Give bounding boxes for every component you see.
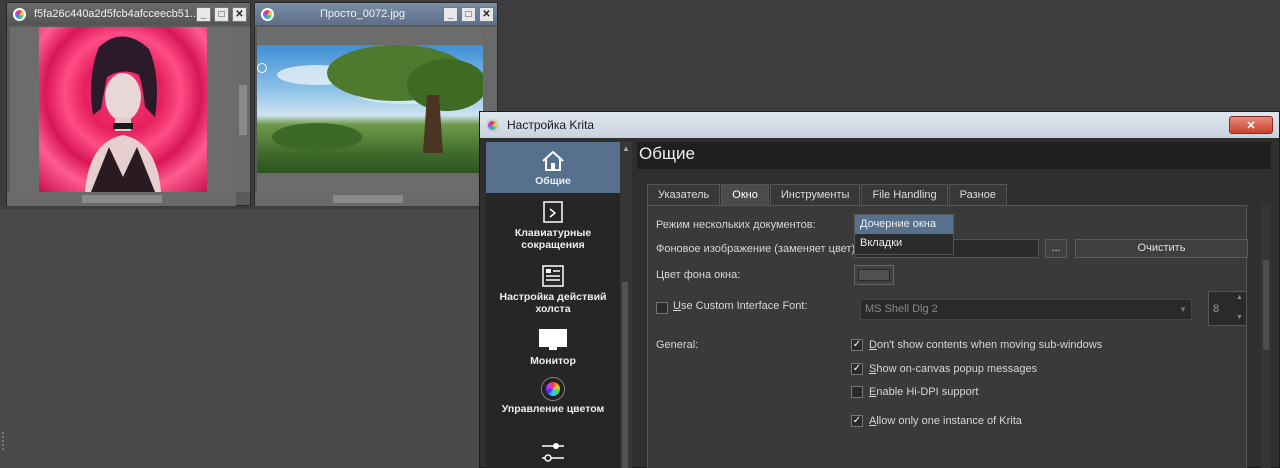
option-label-0: Don't show contents when moving sub-wind… <box>869 339 1103 351</box>
bg-image-label: Фоновое изображение (заменяет цвет): <box>656 243 859 255</box>
option-checkbox-1[interactable]: ✓ <box>851 363 863 375</box>
close-button[interactable]: ✕ <box>232 6 247 22</box>
window-bg-color-button[interactable] <box>854 265 894 285</box>
option-checkbox-2[interactable] <box>851 386 863 398</box>
sliders-icon <box>542 443 564 462</box>
tab-window[interactable]: Окно <box>721 184 769 206</box>
option-label-2: Enable Hi-DPI support <box>869 386 979 398</box>
sidebar-scrollbar[interactable]: ▲ <box>620 142 632 468</box>
monitor-icon <box>539 329 567 350</box>
sidebar-item-general[interactable]: Общие <box>486 142 620 193</box>
option-checkbox-0[interactable]: ✓ <box>851 339 863 351</box>
dialog-close-button[interactable]: ✕ <box>1229 116 1273 134</box>
sidebar-item-label: Клавиатурные сокращения <box>514 227 592 251</box>
canvas-landscape[interactable] <box>257 27 487 192</box>
subwindow-title: Просто_0072.jpg <box>320 8 405 20</box>
scroll-up-icon[interactable]: ▲ <box>621 144 631 154</box>
brush-cursor <box>257 63 267 73</box>
sidebar-item-label: Настройка действий холста <box>499 291 607 315</box>
window-bg-color-label: Цвет фона окна: <box>656 269 741 281</box>
horizontal-scrollbar[interactable] <box>255 192 485 206</box>
resize-grip[interactable] <box>2 432 6 450</box>
minimize-button[interactable]: _ <box>196 6 211 22</box>
scroll-thumb[interactable] <box>622 282 628 468</box>
font-combobox[interactable]: MS Shell Dlg 2 <box>860 299 1192 320</box>
option-label-1: Show on-canvas popup messages <box>869 363 1038 375</box>
tab-tools[interactable]: Инструменты <box>769 184 861 206</box>
settings-page: Общие Указатель Окно Инструменты File Ha… <box>637 142 1271 468</box>
tree-icon <box>272 45 487 153</box>
subwindow-landscape[interactable]: Просто_0072.jpg _ □ ✕ <box>254 2 498 206</box>
dialog-title: Настройка Krita <box>507 118 595 132</box>
krita-icon <box>486 118 499 132</box>
shortcut-icon <box>543 201 563 223</box>
sidebar-item-monitor[interactable]: Монитор <box>486 328 620 373</box>
custom-font-label: Use Custom Interface Font: <box>673 300 808 312</box>
maximize-button[interactable]: □ <box>214 6 229 22</box>
clear-button[interactable]: Очистить <box>1075 239 1248 258</box>
tab-bar: Указатель Окно Инструменты File Handling… <box>647 184 1008 206</box>
sidebar-item-label: Общие <box>535 175 571 187</box>
color-wheel-icon <box>542 378 564 400</box>
sidebar-item-label: Управление цветом <box>501 403 605 415</box>
sidebar-item-canvas-input[interactable]: Настройка действий холста <box>486 264 620 326</box>
settings-sidebar: Общие Клавиатурные сокращения Настройка … <box>486 142 620 468</box>
option-subwindows[interactable]: Дочерние окна <box>855 215 953 234</box>
portrait-image <box>39 27 207 192</box>
canvas-portrait[interactable] <box>10 27 236 192</box>
subwindow-title: f5fa26c440a2d5fcb4afcceecb51... <box>34 8 196 20</box>
browse-button[interactable]: ... <box>1045 239 1067 258</box>
chevron-down-icon[interactable]: ▼ <box>1179 305 1187 314</box>
spin-down-icon[interactable]: ▼ <box>1236 314 1243 321</box>
tab-cursor[interactable]: Указатель <box>647 184 721 206</box>
krita-icon <box>261 7 274 21</box>
tab-misc[interactable]: Разное <box>948 184 1007 206</box>
settings-dialog[interactable]: Настройка Krita ✕ Общие Клавиатурные сок… <box>479 111 1280 468</box>
close-button[interactable]: ✕ <box>479 6 494 22</box>
custom-font-checkbox[interactable] <box>656 302 668 314</box>
home-icon <box>542 150 564 171</box>
maximize-button[interactable]: □ <box>461 6 476 22</box>
option-tabs[interactable]: Вкладки <box>855 234 953 253</box>
horizontal-scrollbar[interactable] <box>7 192 236 206</box>
sidebar-item-more[interactable] <box>486 440 620 468</box>
vertical-scrollbar[interactable] <box>236 27 250 192</box>
canvas-input-icon <box>542 265 564 287</box>
tab-file-handling[interactable]: File Handling <box>861 184 948 206</box>
sidebar-item-color-management[interactable]: Управление цветом <box>486 378 620 438</box>
option-checkbox-3[interactable]: ✓ <box>851 415 863 427</box>
spin-up-icon[interactable]: ▲ <box>1236 294 1243 301</box>
krita-icon <box>13 7 26 21</box>
sidebar-item-label: Монитор <box>530 355 576 367</box>
mdi-mode-dropdown[interactable]: Дочерние окна Вкладки <box>854 214 954 255</box>
landscape-image <box>257 45 487 173</box>
panel-scrollbar[interactable] <box>1261 205 1271 468</box>
portrait-figure-icon <box>85 36 161 192</box>
option-label-3: Allow only one instance of Krita <box>869 415 1022 427</box>
page-title: Общие <box>637 142 1271 169</box>
minimize-button[interactable]: _ <box>443 6 458 22</box>
subwindow-titlebar[interactable]: Просто_0072.jpg _ □ ✕ <box>255 3 497 25</box>
general-label: General: <box>656 339 699 351</box>
subwindow-titlebar[interactable]: f5fa26c440a2d5fcb4afcceecb51... _ □ ✕ <box>7 3 250 25</box>
mdi-mode-label: Режим нескольких документов: <box>656 219 816 231</box>
window-tab-panel: Режим нескольких документов: Дочерние ок… <box>647 205 1248 468</box>
subwindow-portrait[interactable]: f5fa26c440a2d5fcb4afcceecb51... _ □ ✕ <box>6 2 251 206</box>
sidebar-item-shortcuts[interactable]: Клавиатурные сокращения <box>486 200 620 258</box>
dialog-titlebar[interactable]: Настройка Krita ✕ <box>480 112 1279 138</box>
